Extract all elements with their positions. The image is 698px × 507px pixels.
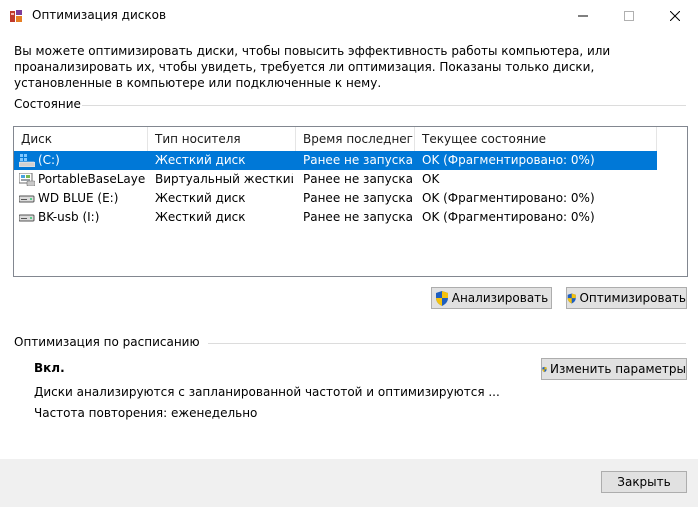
change-settings-button-label: Изменить параметры xyxy=(549,362,686,376)
status-group-label: Состояние xyxy=(14,97,81,111)
column-header-last-run[interactable]: Время последнег... xyxy=(296,127,415,151)
drive-row-e[interactable]: WD BLUE (E:) Жесткий диск Ранее не запус… xyxy=(14,189,657,208)
system-drive-icon xyxy=(19,154,35,167)
close-icon xyxy=(670,11,680,21)
column-header-current-state[interactable]: Текущее состояние xyxy=(415,127,657,151)
drive-row-i[interactable]: BK-usb (I:) Жесткий диск Ранее не запуск… xyxy=(14,208,657,227)
optimize-button-label: Оптимизировать xyxy=(579,291,686,305)
drives-list[interactable]: Диск Тип носителя Время последнег... Тек… xyxy=(13,126,688,277)
close-window-button[interactable] xyxy=(652,0,698,32)
schedule-state: Вкл. xyxy=(34,361,65,375)
drive-last-run: Ранее не запуска... xyxy=(303,191,413,205)
close-button[interactable]: Закрыть xyxy=(601,471,687,493)
drive-last-run: Ранее не запуска... xyxy=(303,172,413,186)
drive-current-state: OK (Фрагментировано: 0%) xyxy=(422,191,595,205)
minimize-button[interactable] xyxy=(560,0,606,32)
analyze-button-label: Анализировать xyxy=(451,291,549,305)
optimize-button[interactable]: Оптимизировать xyxy=(566,287,687,309)
column-header-media-type[interactable]: Тип носителя xyxy=(148,127,296,151)
description-text: Вы можете оптимизировать диски, чтобы по… xyxy=(14,44,611,90)
schedule-details: Диски анализируются с запланированной ча… xyxy=(34,385,500,399)
drive-current-state: OK xyxy=(422,172,440,186)
minimize-icon xyxy=(578,15,588,17)
drive-name: PortableBaseLayer ... xyxy=(38,172,146,186)
drive-row-portable[interactable]: PortableBaseLayer ... Виртуальный жестки… xyxy=(14,170,657,189)
schedule-group-label: Оптимизация по расписанию xyxy=(14,335,200,349)
window-title: Оптимизация дисков xyxy=(32,8,167,22)
maximize-button[interactable] xyxy=(606,0,652,32)
drive-media-type: Жесткий диск xyxy=(155,153,246,167)
change-settings-button[interactable]: Изменить параметры xyxy=(541,358,687,380)
close-button-label: Закрыть xyxy=(617,475,671,489)
status-group-divider xyxy=(82,105,686,106)
drive-row-c[interactable]: (C:) Жесткий диск Ранее не запуска... OK… xyxy=(14,151,657,170)
drive-name: WD BLUE (E:) xyxy=(38,191,119,205)
app-icon xyxy=(9,9,23,23)
column-header-drive[interactable]: Диск xyxy=(14,127,148,151)
drive-media-type: Виртуальный жесткий ... xyxy=(155,172,293,186)
drive-name: (C:) xyxy=(38,153,60,167)
schedule-group-divider xyxy=(208,343,686,344)
drive-media-type: Жесткий диск xyxy=(155,191,246,205)
analyze-button[interactable]: Анализировать xyxy=(431,287,552,309)
drive-media-type: Жесткий диск xyxy=(155,210,246,224)
drive-last-run: Ранее не запуска... xyxy=(303,153,413,167)
uac-shield-icon xyxy=(567,292,576,304)
virtual-drive-icon xyxy=(19,173,35,186)
uac-shield-icon xyxy=(435,290,448,306)
title-bar: Оптимизация дисков xyxy=(0,0,698,32)
drive-current-state: OK (Фрагментировано: 0%) xyxy=(422,153,595,167)
maximize-icon xyxy=(624,11,634,21)
hard-drive-icon xyxy=(19,195,35,203)
drive-current-state: OK (Фрагментировано: 0%) xyxy=(422,210,595,224)
drives-list-header: Диск Тип носителя Время последнег... Тек… xyxy=(14,127,687,151)
dialog-footer: Закрыть xyxy=(0,459,698,507)
schedule-frequency: Частота повторения: еженедельно xyxy=(34,406,258,420)
drive-name: BK-usb (I:) xyxy=(38,210,100,224)
hard-drive-icon xyxy=(19,214,35,222)
drive-last-run: Ранее не запуска... xyxy=(303,210,413,224)
uac-shield-icon xyxy=(542,366,547,372)
